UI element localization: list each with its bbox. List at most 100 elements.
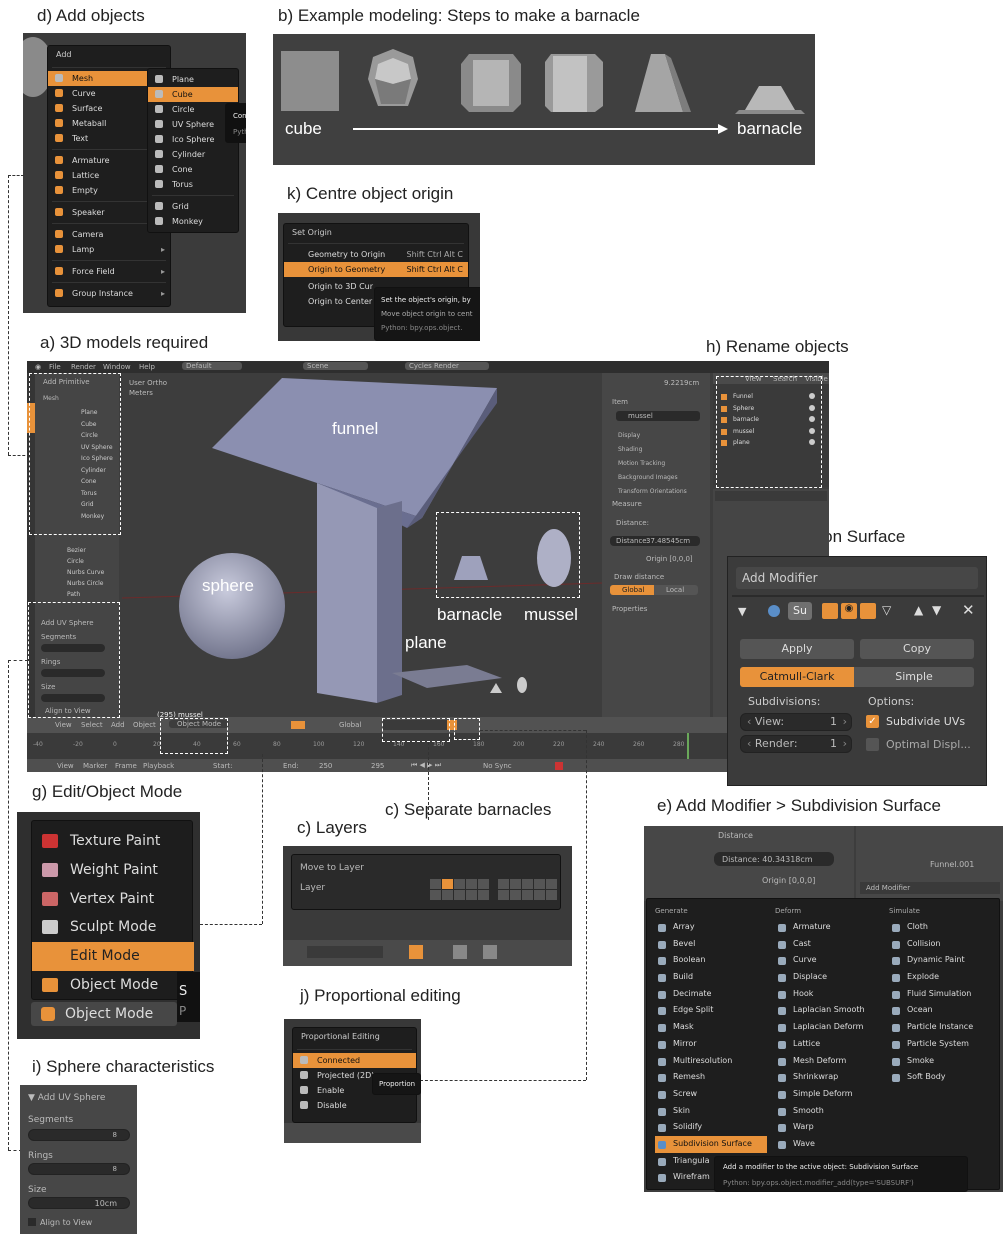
visibility-icon[interactable]: ◉	[841, 603, 857, 619]
layer-cell[interactable]	[478, 879, 489, 889]
modifier-smoke[interactable]: Smoke	[889, 1053, 997, 1070]
menu-item-group-instance[interactable]: Group Instance ▸	[48, 286, 170, 301]
modifier-laplacian-smooth[interactable]: Laplacian Smooth	[775, 1002, 887, 1019]
layer-cell[interactable]	[510, 879, 521, 889]
draw-distance-checkbox[interactable]: Draw distance	[614, 573, 664, 581]
record-icon[interactable]	[555, 762, 563, 770]
origin-item-origin-to-geometry[interactable]: Origin to Geometry Shift Ctrl Alt C	[284, 262, 468, 277]
mode-item-edit-mode[interactable]: Edit Mode	[32, 942, 194, 971]
layer-cell[interactable]	[430, 879, 441, 889]
editmode-icon[interactable]	[822, 603, 838, 619]
modifier-build[interactable]: Build	[655, 969, 767, 986]
modifier-array[interactable]: Array	[655, 919, 767, 936]
mesh-item-monkey[interactable]: Monkey	[148, 214, 238, 229]
layer-cell[interactable]	[534, 890, 545, 900]
size-field[interactable]: 10cm	[28, 1197, 130, 1209]
orientation-select[interactable]: Global	[339, 721, 361, 729]
modifier-cloth[interactable]: Cloth	[889, 919, 997, 936]
modifier-collision[interactable]: Collision	[889, 936, 997, 953]
distance-field[interactable]: Distance: 37.48545cm	[610, 536, 700, 546]
modifier-curve[interactable]: Curve	[775, 952, 887, 969]
sync-select[interactable]: No Sync	[483, 762, 512, 770]
modifier-shrinkwrap[interactable]: Shrinkwrap	[775, 1069, 887, 1086]
cage-icon[interactable]: ▽	[882, 603, 891, 617]
shelf-curve-nurbs-curve[interactable]: Nurbs Curve	[41, 567, 113, 578]
props-row-background-images[interactable]: Background Images	[610, 471, 706, 485]
layer-cell[interactable]	[546, 890, 557, 900]
modifier-simple-deform[interactable]: Simple Deform	[775, 1086, 887, 1103]
layer-cell[interactable]	[430, 890, 441, 900]
modifier-mirror[interactable]: Mirror	[655, 1036, 767, 1053]
local-toggle[interactable]: Local	[654, 585, 698, 595]
menu-window[interactable]: Window	[103, 363, 131, 371]
menu-render[interactable]: Render	[71, 363, 96, 371]
modifier-remesh[interactable]: Remesh	[655, 1069, 767, 1086]
apply-button[interactable]: Apply	[740, 639, 854, 659]
mode-item-weight-paint[interactable]: Weight Paint	[32, 856, 194, 885]
proportional-disable[interactable]: Disable	[293, 1098, 416, 1113]
close-icon[interactable]: ✕	[962, 601, 975, 619]
mode-item-vertex-paint[interactable]: Vertex Paint	[32, 885, 194, 914]
mesh-item-plane[interactable]: Plane	[148, 72, 238, 87]
modifier-decimate[interactable]: Decimate	[655, 986, 767, 1003]
layer-buttons-toolbar[interactable]	[307, 946, 383, 958]
shelf-curve-circle[interactable]: Circle	[41, 556, 113, 567]
modifier-laplacian-deform[interactable]: Laplacian Deform	[775, 1019, 887, 1036]
playback-controls[interactable]: ⏮ ◀ ▶ ⏭	[411, 761, 441, 770]
snap-icon[interactable]	[453, 945, 467, 959]
start-field[interactable]: Start:	[213, 762, 232, 770]
modifier-lattice[interactable]: Lattice	[775, 1036, 887, 1053]
mode-item-sculpt-mode[interactable]: Sculpt Mode	[32, 913, 194, 942]
modifier-mask[interactable]: Mask	[655, 1019, 767, 1036]
props-row-shading[interactable]: Shading	[610, 443, 706, 457]
align-view-checkbox[interactable]	[28, 1218, 36, 1226]
layer-cell[interactable]	[442, 890, 453, 900]
proportional-connected[interactable]: Connected	[293, 1053, 416, 1068]
frame-value[interactable]: 295	[371, 762, 384, 770]
modifier-explode[interactable]: Explode	[889, 969, 997, 986]
collapse-icon[interactable]: ▼	[738, 605, 746, 618]
add-modifier-select[interactable]: Add Modifier	[736, 567, 978, 589]
modifier-boolean[interactable]: Boolean	[655, 952, 767, 969]
segments-field[interactable]: 8	[28, 1129, 130, 1141]
layer-cell[interactable]	[442, 879, 453, 889]
props-row-motion-tracking[interactable]: Motion Tracking	[610, 457, 706, 471]
layer-cell[interactable]	[466, 879, 477, 889]
engine-select[interactable]: Cycles Render	[405, 362, 489, 370]
subdivide-uvs-checkbox[interactable]: ✓	[866, 715, 879, 728]
props-row-display[interactable]: Display	[610, 429, 706, 443]
props-row-transform-orientations[interactable]: Transform Orientations	[610, 485, 706, 499]
modifier-screw[interactable]: Screw	[655, 1086, 767, 1103]
render-icon[interactable]	[860, 603, 876, 619]
mesh-item-torus[interactable]: Torus	[148, 177, 238, 192]
modifier-particle-instance[interactable]: Particle Instance	[889, 1019, 997, 1036]
shelf-curve-nurbs-circle[interactable]: Nurbs Circle	[41, 578, 113, 589]
move-up-icon[interactable]: ▲	[914, 603, 923, 617]
mesh-item-cube[interactable]: Cube	[148, 87, 238, 102]
layer-cell[interactable]	[478, 890, 489, 900]
optimal-display-checkbox[interactable]	[866, 738, 879, 751]
distance-field-e[interactable]: Distance: 40.34318cm	[714, 852, 834, 866]
modifier-multiresolution[interactable]: Multiresolution	[655, 1053, 767, 1070]
mesh-item-grid[interactable]: Grid	[148, 199, 238, 214]
proportional-toolbar[interactable]	[284, 1123, 421, 1143]
view-levels-field[interactable]: ‹ View: 1 ›	[740, 713, 852, 731]
layer-cell[interactable]	[454, 879, 465, 889]
render-levels-field[interactable]: ‹ Render: 1 ›	[740, 735, 852, 753]
modifier-armature[interactable]: Armature	[775, 919, 887, 936]
menu-item-lamp[interactable]: Lamp ▸	[48, 242, 170, 257]
menu-help[interactable]: Help	[139, 363, 155, 371]
layout-select[interactable]: Default	[182, 362, 242, 370]
layer-active-icon[interactable]	[409, 945, 423, 959]
modifier-fluid-simulation[interactable]: Fluid Simulation	[889, 986, 997, 1003]
copy-button[interactable]: Copy	[860, 639, 974, 659]
modifier-displace[interactable]: Displace	[775, 969, 887, 986]
origin-item-geometry-to-origin[interactable]: Geometry to Origin Shift Ctrl Alt C	[284, 247, 468, 262]
modifier-skin[interactable]: Skin	[655, 1103, 767, 1120]
modifier-bevel[interactable]: Bevel	[655, 936, 767, 953]
modifier-hook[interactable]: Hook	[775, 986, 887, 1003]
add-modifier-select-e[interactable]: Add Modifier	[860, 882, 1000, 894]
layer-cell[interactable]	[522, 879, 533, 889]
mesh-item-cylinder[interactable]: Cylinder	[148, 147, 238, 162]
shelf-curve-bezier[interactable]: Bezier	[41, 545, 113, 556]
